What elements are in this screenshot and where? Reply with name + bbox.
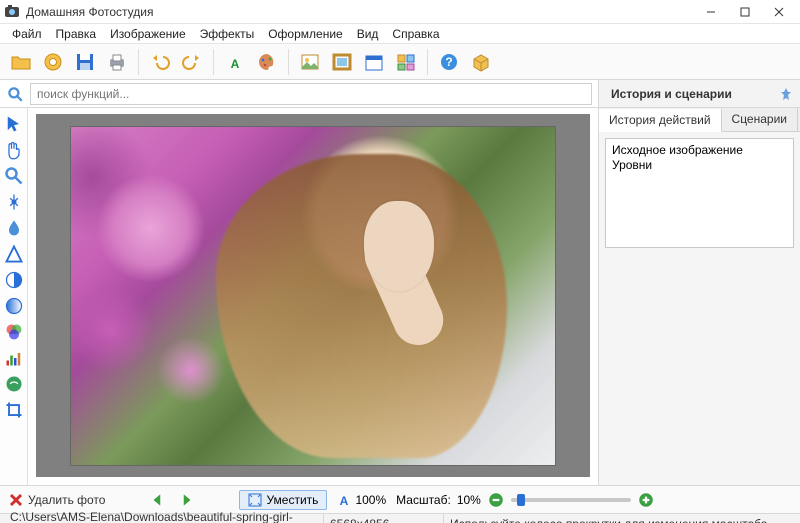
percent-label: 100% [355, 493, 386, 507]
search-area [0, 80, 598, 107]
zoom-in-button[interactable] [637, 491, 655, 509]
search-input[interactable] [30, 83, 592, 105]
status-dimensions: 6568x4856 [324, 514, 444, 523]
zoom-out-button[interactable] [487, 491, 505, 509]
status-hint: Используйте колесо прокрутки для изменен… [444, 514, 796, 523]
prev-button[interactable] [149, 491, 167, 509]
menu-decoration[interactable]: Оформление [262, 25, 348, 43]
menu-image[interactable]: Изображение [104, 25, 192, 43]
pointer-tool[interactable] [4, 114, 24, 134]
batch-button[interactable] [38, 47, 68, 77]
undo-button[interactable] [145, 47, 175, 77]
menu-help[interactable]: Справка [386, 25, 445, 43]
title-bar: Домашняя Фотостудия [0, 0, 800, 24]
calendar-button[interactable] [359, 47, 389, 77]
delete-photo-button[interactable]: Удалить фото [8, 492, 105, 508]
picture-button[interactable] [295, 47, 325, 77]
text-zoom-icon: A [337, 493, 351, 507]
tab-scenarios[interactable]: Сценарии [722, 108, 798, 131]
fit-icon [248, 493, 262, 507]
menu-view[interactable]: Вид [351, 25, 385, 43]
menu-effects[interactable]: Эффекты [194, 25, 261, 43]
fit-label: Уместить [266, 493, 318, 507]
app-icon [4, 4, 20, 20]
main-toolbar: A ? [0, 44, 800, 80]
pin-icon[interactable] [778, 86, 794, 102]
zoom-slider-thumb[interactable] [517, 494, 525, 506]
palette-button[interactable] [252, 47, 282, 77]
fit-button[interactable]: Уместить [239, 490, 327, 510]
menu-edit[interactable]: Правка [50, 25, 103, 43]
rgb-tool[interactable] [4, 322, 24, 342]
drop-tool[interactable] [4, 218, 24, 238]
toolbar-separator [427, 49, 428, 75]
collage-button[interactable] [391, 47, 421, 77]
window-title: Домашняя Фотостудия [26, 5, 694, 19]
print-button[interactable] [102, 47, 132, 77]
search-icon[interactable] [6, 85, 24, 103]
close-button[interactable] [762, 1, 796, 23]
redo-button[interactable] [177, 47, 207, 77]
right-panel-header: История и сценарии [598, 80, 800, 107]
scale-caption: Масштаб: [396, 493, 451, 507]
photo-image [70, 126, 556, 466]
help-button[interactable]: ? [434, 47, 464, 77]
history-list[interactable]: Исходное изображение Уровни [605, 138, 794, 248]
left-tool-strip [0, 108, 28, 485]
toolbar-separator [138, 49, 139, 75]
gradient-tool[interactable] [4, 296, 24, 316]
scale-value: 10% [457, 493, 481, 507]
history-item[interactable]: Исходное изображение [612, 143, 787, 158]
secondary-bar: История и сценарии [0, 80, 800, 108]
contrast-tool[interactable] [4, 270, 24, 290]
toolbar-separator [213, 49, 214, 75]
svg-text:A: A [231, 57, 240, 71]
menu-bar: Файл Правка Изображение Эффекты Оформлен… [0, 24, 800, 44]
status-path: C:\Users\AMS-Elena\Downloads\beautiful-s… [4, 514, 324, 523]
zoom-tool[interactable] [4, 166, 24, 186]
workspace: История действий Сценарии Исходное изобр… [0, 108, 800, 485]
tab-history[interactable]: История действий [599, 109, 722, 132]
zoom-slider[interactable] [511, 498, 631, 502]
levels-tool[interactable] [4, 348, 24, 368]
right-panel: История действий Сценарии Исходное изобр… [598, 108, 800, 485]
canvas-background [36, 114, 590, 477]
open-button[interactable] [6, 47, 36, 77]
zoom-slider-group: Масштаб: 10% [396, 491, 655, 509]
status-bar: C:\Users\AMS-Elena\Downloads\beautiful-s… [0, 513, 800, 523]
right-panel-title: История и сценарии [611, 87, 772, 101]
percent-indicator: A 100% [337, 493, 386, 507]
crop-tool[interactable] [4, 400, 24, 420]
delete-photo-label: Удалить фото [28, 493, 105, 507]
maximize-button[interactable] [728, 1, 762, 23]
hand-tool[interactable] [4, 140, 24, 160]
svg-text:A: A [340, 494, 349, 507]
whitebalance-tool[interactable] [4, 192, 24, 212]
toolbar-separator [288, 49, 289, 75]
next-button[interactable] [177, 491, 195, 509]
minimize-button[interactable] [694, 1, 728, 23]
text-button[interactable]: A [220, 47, 250, 77]
box-button[interactable] [466, 47, 496, 77]
effect-tool[interactable] [4, 374, 24, 394]
shape-tool[interactable] [4, 244, 24, 264]
delete-icon [8, 492, 24, 508]
canvas-area[interactable] [28, 108, 598, 485]
history-item[interactable]: Уровни [612, 158, 787, 173]
svg-text:?: ? [445, 55, 452, 69]
menu-file[interactable]: Файл [6, 25, 48, 43]
frame-button[interactable] [327, 47, 357, 77]
save-button[interactable] [70, 47, 100, 77]
right-panel-tabs: История действий Сценарии [599, 108, 800, 132]
